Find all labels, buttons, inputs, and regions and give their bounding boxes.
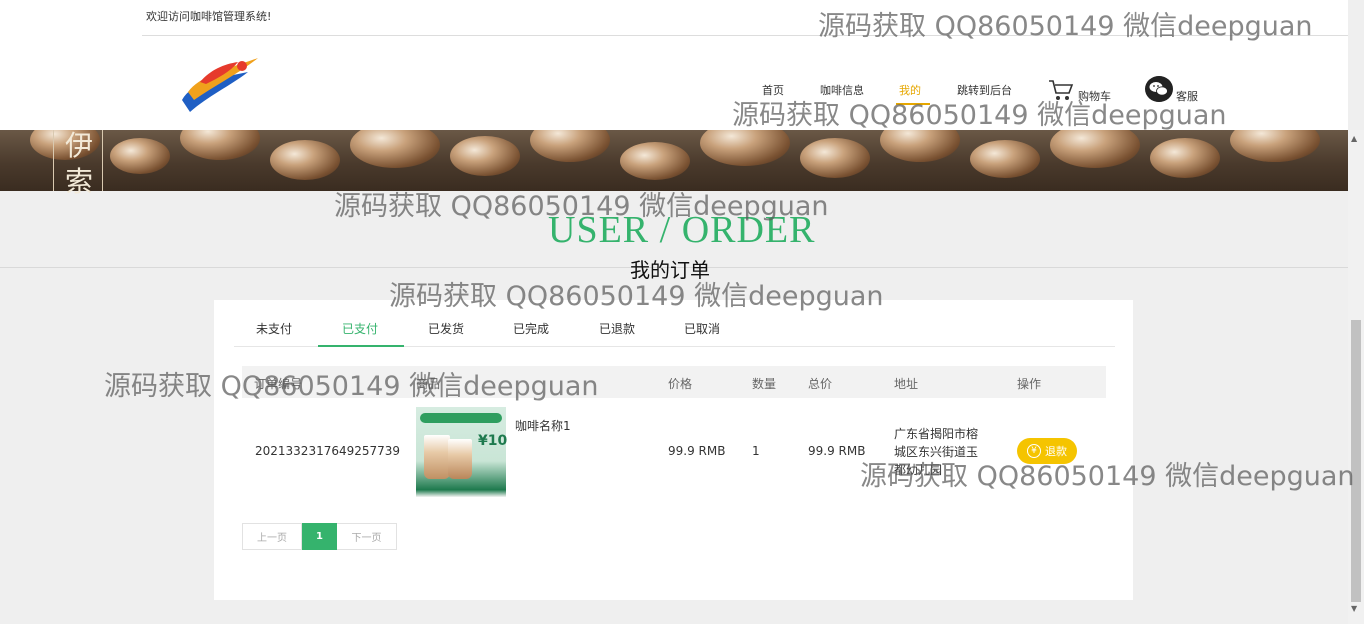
nav-mine[interactable]: 我的 — [899, 82, 921, 98]
order-card: 未支付 已支付 已发货 已完成 已退款 已取消 订单编号 商品 价格 数量 总价… — [214, 300, 1133, 600]
order-total: 99.9 RMB — [808, 444, 866, 458]
prev-page-button[interactable]: 上一页 — [242, 523, 302, 550]
tab-active-indicator — [318, 345, 404, 347]
th-quantity: 数量 — [752, 377, 777, 391]
wechat-icon[interactable] — [1145, 76, 1173, 102]
cart-label[interactable]: 购物车 — [1078, 88, 1111, 104]
th-price: 价格 — [668, 377, 693, 391]
tab-paid[interactable]: 已支付 — [342, 320, 378, 337]
scrollbar-thumb[interactable] — [1351, 320, 1361, 602]
th-action: 操作 — [1017, 377, 1042, 391]
banner-text: 伊索 — [64, 129, 93, 198]
scroll-down-arrow-icon[interactable]: ▼ — [1351, 604, 1357, 613]
section-title: USER / ORDER — [548, 209, 816, 251]
tab-cancelled[interactable]: 已取消 — [684, 320, 720, 337]
service-label[interactable]: 客服 — [1176, 88, 1198, 104]
order-number: 2021332317649257739 — [255, 444, 401, 458]
next-page-button[interactable]: 下一页 — [337, 523, 397, 550]
section-subtitle: 我的订单 — [630, 258, 710, 282]
product-image[interactable]: ¥10 — [416, 407, 508, 497]
product-name[interactable]: 咖啡名称1 — [515, 417, 571, 434]
nav-admin[interactable]: 跳转到后台 — [957, 82, 1012, 98]
nav-home[interactable]: 首页 — [762, 82, 784, 98]
th-order-no: 订单编号 — [254, 377, 303, 391]
scroll-up-arrow-icon[interactable]: ▲ — [1351, 134, 1357, 143]
page-1-button[interactable]: 1 — [302, 523, 337, 550]
hero-banner — [0, 130, 1348, 191]
th-address: 地址 — [894, 377, 919, 391]
tab-refunded[interactable]: 已退款 — [599, 320, 635, 337]
product-image-price: ¥10 — [478, 433, 508, 449]
top-header: 欢迎访问咖啡馆管理系统! 首页 咖啡信息 我的 跳转到后台 购物车 客服 — [0, 0, 1348, 130]
tab-completed[interactable]: 已完成 — [513, 320, 549, 337]
top-divider — [142, 35, 1348, 36]
nav-active-underline — [896, 103, 930, 105]
yen-icon: ¥ — [1027, 444, 1041, 458]
tab-shipped[interactable]: 已发货 — [428, 320, 464, 337]
pagination: 上一页 1 下一页 — [242, 523, 397, 550]
order-address: 广东省揭阳市榕城区东兴街道玉都幼儿园 — [894, 427, 979, 477]
welcome-text: 欢迎访问咖啡馆管理系统! — [146, 10, 272, 23]
th-product: 商品 — [416, 377, 441, 391]
th-total: 总价 — [808, 377, 833, 391]
order-quantity: 1 — [752, 444, 760, 458]
tab-unpaid[interactable]: 未支付 — [256, 320, 292, 337]
refund-button[interactable]: ¥ 退款 — [1017, 438, 1077, 464]
refund-label: 退款 — [1045, 445, 1067, 458]
order-price: 99.9 RMB — [668, 444, 726, 458]
cart-icon[interactable] — [1047, 78, 1075, 102]
nav-coffee-info[interactable]: 咖啡信息 — [820, 82, 864, 98]
logo-icon[interactable] — [178, 52, 264, 118]
